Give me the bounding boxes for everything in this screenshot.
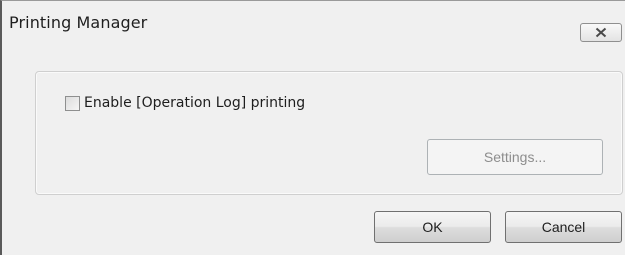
settings-button[interactable]: Settings...: [427, 139, 603, 175]
close-icon: [595, 27, 607, 38]
title-bar: Printing Manager: [2, 1, 625, 45]
enable-operation-log-option[interactable]: Enable [Operation Log] printing: [65, 93, 305, 113]
enable-operation-log-label[interactable]: Enable [Operation Log] printing: [84, 95, 305, 111]
ok-button[interactable]: OK: [374, 211, 491, 243]
close-button[interactable]: [580, 23, 622, 42]
enable-operation-log-checkbox[interactable]: [65, 95, 80, 111]
options-group: [35, 71, 623, 195]
printing-manager-dialog: Printing Manager Enable [Operation Log] …: [0, 0, 625, 255]
window-title: Printing Manager: [9, 13, 148, 32]
cancel-button[interactable]: Cancel: [505, 211, 622, 243]
